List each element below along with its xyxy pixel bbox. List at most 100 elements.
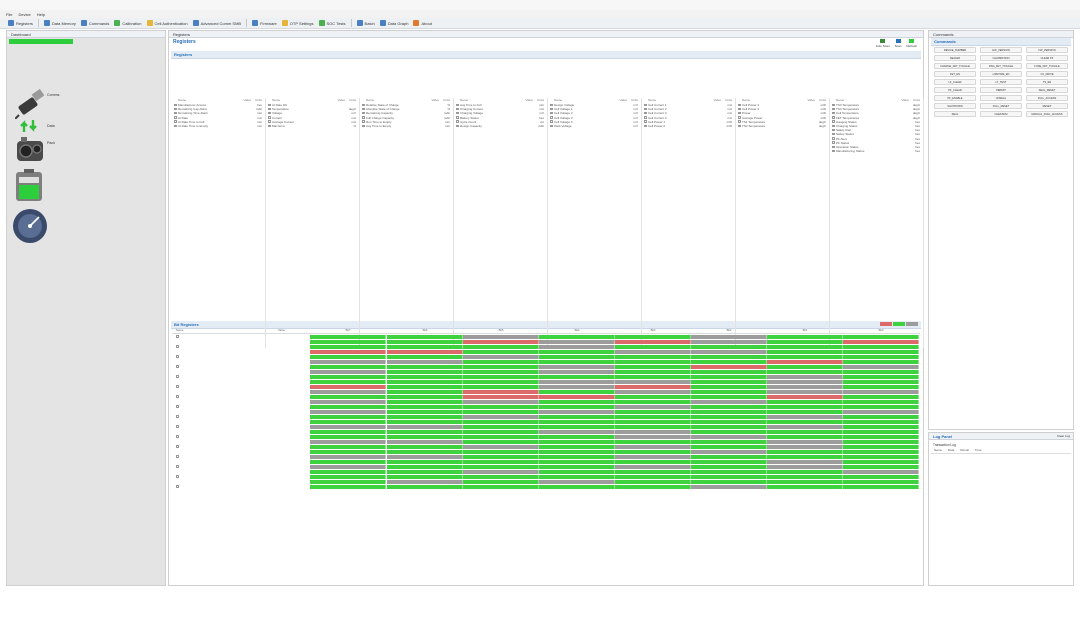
register-checkbox[interactable] [456, 111, 459, 115]
command-button-cc-drive[interactable]: CC_DRIVE [1026, 71, 1068, 77]
command-button-ts-en[interactable]: TS_EN [1026, 79, 1068, 85]
toolbar-batch-button[interactable]: Batch [356, 20, 375, 26]
toolbar-chip-button[interactable]: Firmware [252, 20, 277, 26]
register-checkbox[interactable] [832, 141, 835, 144]
register-checkbox[interactable] [832, 137, 835, 140]
register-checkbox[interactable] [174, 116, 177, 119]
log-tab[interactable]: Log Panel [929, 433, 1073, 440]
command-button-fet-en[interactable]: FET_EN [934, 71, 976, 77]
register-checkbox[interactable] [738, 107, 741, 111]
register-checkbox[interactable] [550, 111, 553, 115]
toolbar-otp-button[interactable]: OTP Settings [281, 20, 314, 26]
command-button-hw-version[interactable]: HW_VERSION [980, 47, 1022, 53]
register-checkbox[interactable] [456, 124, 459, 127]
register-checkbox[interactable] [550, 103, 553, 106]
register-checkbox[interactable] [738, 124, 741, 127]
command-button-calibration[interactable]: CALIBRATION [980, 55, 1022, 61]
command-button-fuse-fet-toggle[interactable]: FUSE_FET_TOGGLE [1026, 63, 1068, 69]
register-checkbox[interactable] [832, 103, 835, 106]
command-button-clear pf[interactable]: CLEAR PF [1026, 55, 1068, 61]
toolbar-calibration-button[interactable]: Calibration [114, 20, 142, 26]
command-button-shutdown[interactable]: SHUTDOWN [934, 103, 976, 109]
register-checkbox[interactable] [268, 103, 271, 106]
register-checkbox[interactable] [644, 103, 647, 106]
command-button-dsg-fet-toggle[interactable]: DSG_FET_TOGGLE [980, 63, 1022, 69]
command-button-reset[interactable]: RESET [1026, 103, 1068, 109]
register-checkbox[interactable] [362, 111, 365, 115]
register-checkbox[interactable] [644, 107, 647, 111]
register-checkbox[interactable] [738, 111, 741, 115]
toolbar-graph-button[interactable]: Data Graph [379, 20, 408, 26]
register-checkbox[interactable] [832, 145, 835, 148]
register-checkbox[interactable] [268, 124, 271, 127]
dashboard-tab[interactable]: Dashboard [7, 31, 165, 38]
register-checkbox[interactable] [456, 116, 459, 119]
command-button-pf-clear[interactable]: PF_CLEAR [934, 87, 976, 93]
register-checkbox[interactable] [362, 103, 365, 106]
register-checkbox[interactable] [456, 107, 459, 111]
register-checkbox[interactable] [174, 111, 177, 115]
register-checkbox[interactable] [832, 111, 835, 115]
toolbar-bus-button[interactable]: Advanced Comm SMB [192, 20, 241, 26]
command-button-seal-reset[interactable]: SEAL_RESET [1026, 87, 1068, 93]
register-checkbox[interactable] [832, 124, 835, 127]
toolbar-info-button[interactable]: About [413, 20, 432, 26]
register-checkbox[interactable] [550, 107, 553, 111]
toolbar-grid-button[interactable]: Registers [8, 20, 33, 26]
register-checkbox[interactable] [644, 124, 647, 127]
register-row[interactable]: Manufacturing Status hex [832, 149, 923, 153]
register-checkbox[interactable] [268, 120, 271, 123]
toolbar-key-button[interactable]: Cell Authentication [146, 20, 188, 26]
register-row[interactable]: Cell Power 2 mW [644, 124, 735, 128]
menu-help[interactable]: Help [37, 12, 45, 17]
register-row[interactable]: Pack Voltage mV [550, 124, 641, 128]
register-checkbox[interactable] [738, 120, 741, 123]
register-checkbox[interactable] [362, 116, 365, 119]
command-button-manual-fuel-access[interactable]: MANUAL_FUEL_ACCESS [1026, 111, 1068, 117]
menu-file[interactable]: File [6, 12, 12, 17]
register-checkbox[interactable] [174, 124, 177, 127]
register-row[interactable]: TS2 Temperature degC [738, 124, 829, 128]
register-checkbox[interactable] [550, 124, 553, 127]
register-checkbox[interactable] [268, 111, 271, 115]
register-checkbox[interactable] [832, 149, 835, 153]
toolbar-test-button[interactable]: SOC Tests [318, 20, 346, 26]
register-checkbox[interactable] [268, 107, 271, 111]
register-checkbox[interactable] [174, 103, 177, 106]
register-checkbox[interactable] [644, 120, 647, 123]
toolbar-command-button[interactable]: Commands [80, 20, 109, 26]
register-checkbox[interactable] [362, 124, 365, 127]
register-checkbox[interactable] [832, 107, 835, 111]
register-checkbox[interactable] [268, 116, 271, 119]
register-checkbox[interactable] [738, 103, 741, 106]
toolbar-memory-button[interactable]: Data Memory [43, 20, 76, 26]
register-checkbox[interactable] [456, 120, 459, 123]
command-button-pf-enable[interactable]: PF_ENABLE [934, 95, 976, 101]
register-row[interactable]: Avg Time to Empty min [362, 124, 453, 128]
menu-device[interactable]: Device [18, 12, 30, 17]
command-button-lifetime-en[interactable]: LIFETIME_EN [980, 71, 1022, 77]
command-button-unseal[interactable]: UNSEAL [980, 95, 1022, 101]
register-row[interactable]: Design Capacity mAh [456, 124, 547, 128]
command-button-lf-clear[interactable]: LF_CLEAR [934, 79, 976, 85]
command-button-charge-fet-toggle[interactable]: CHARGE_FET_TOGGLE [934, 63, 976, 69]
register-checkbox[interactable] [644, 116, 647, 119]
command-button-full-access[interactable]: FULL_ACCESS [1026, 95, 1068, 101]
register-checkbox[interactable] [832, 132, 835, 136]
register-checkbox[interactable] [832, 128, 835, 132]
register-checkbox[interactable] [362, 120, 365, 123]
register-checkbox[interactable] [174, 120, 177, 123]
register-checkbox[interactable] [738, 116, 741, 119]
command-button-fw-version[interactable]: FW_VERSION [1026, 47, 1068, 53]
command-button-seal[interactable]: SEAL [934, 111, 976, 117]
register-checkbox[interactable] [362, 107, 365, 111]
command-button-device-number[interactable]: DEVICE_NUMBER [934, 47, 976, 53]
register-checkbox[interactable] [550, 120, 553, 123]
register-checkbox[interactable] [644, 111, 647, 115]
command-button-lt-test[interactable]: LT_TEST [980, 79, 1022, 85]
command-button-sealed[interactable]: SEALED [934, 55, 976, 61]
command-button-full-reset[interactable]: FULL_RESET [980, 103, 1022, 109]
commands-tab[interactable]: Commands [929, 31, 1073, 38]
register-row[interactable]: At Rate Time to Empty min [174, 124, 265, 128]
register-checkbox[interactable] [832, 120, 835, 123]
